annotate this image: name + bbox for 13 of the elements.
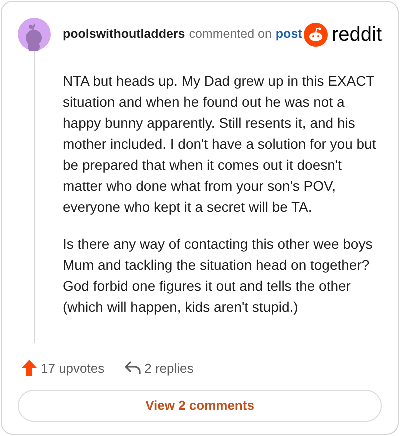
author-name[interactable]: poolswithoutladders — [63, 25, 186, 44]
reply-arrow-icon[interactable] — [124, 361, 141, 376]
comment-paragraph: NTA but heads up. My Dad grew up in this EXACT situation and when he found out he was not a happy bunny apparently. Still resents it, and his mother included. I don't have a solution for you but be prepared that when it comes out it doesn't matter who done what from your son's POV, everyone who kept it a secret will be TA. — [63, 72, 378, 217]
avatar-icon — [18, 18, 51, 51]
reply-count: 2 replies — [144, 360, 194, 378]
alien-logo-icon — [304, 22, 328, 46]
view-comments-button[interactable]: View 2 comments — [18, 390, 382, 422]
action-text: commented on — [189, 26, 272, 44]
brand-name: reddit — [332, 24, 382, 44]
comment-paragraph: Is there any way of contacting this other wee boys Mum and tackling the situation head on together? God forbid one figures it out and tells the other (which will happen, kids aren't stupid.) — [63, 235, 374, 317]
upvote-arrow-icon[interactable] — [22, 360, 37, 376]
post-link[interactable]: post — [276, 25, 302, 44]
upvote-count: 17 upvotes — [41, 360, 105, 378]
